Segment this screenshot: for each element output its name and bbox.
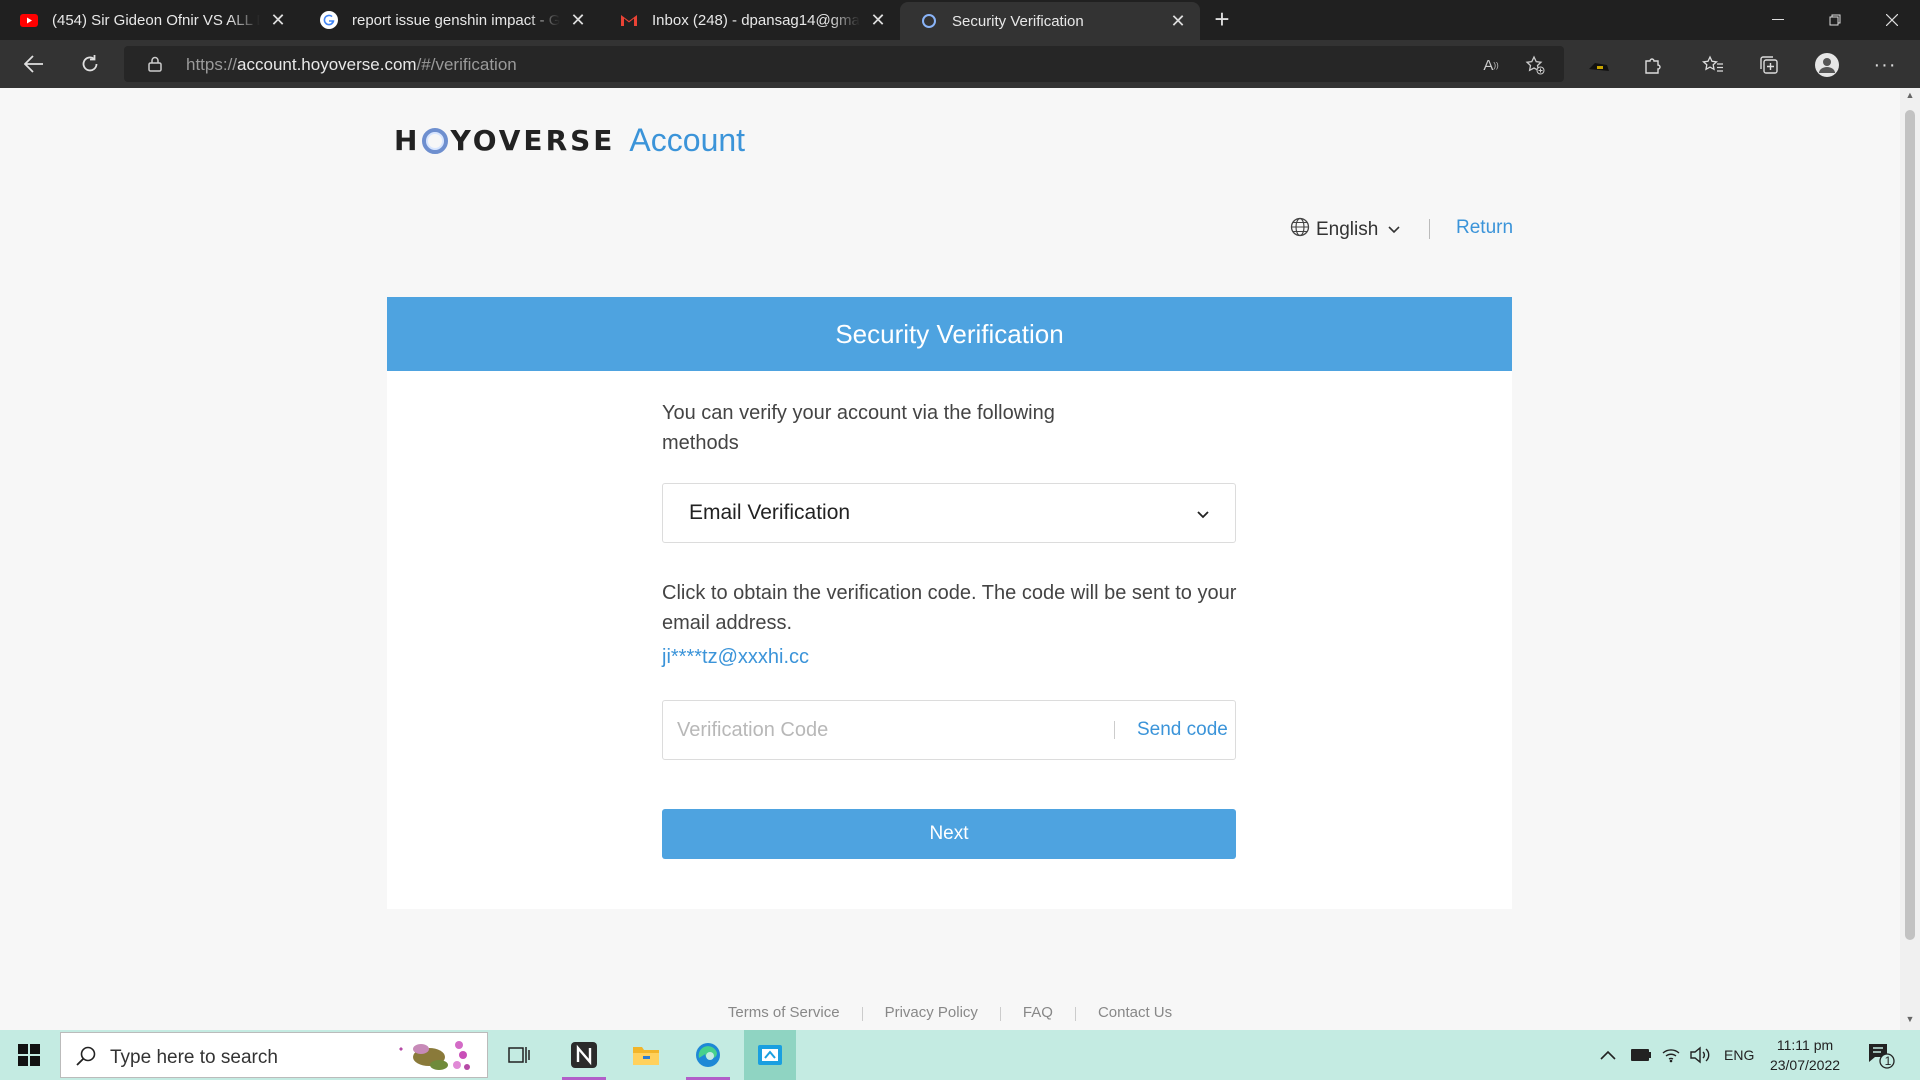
selected-method: Email Verification: [689, 501, 851, 524]
clock-date: 23/07/2022: [1769, 1057, 1841, 1073]
volume-icon[interactable]: [1690, 1030, 1712, 1080]
faq-link[interactable]: FAQ: [1001, 1004, 1075, 1021]
gmail-icon: [620, 11, 638, 29]
scrollbar-thumb[interactable]: [1905, 110, 1915, 940]
tab-title: report issue genshin impact - Google Sea…: [352, 11, 560, 29]
task-view-icon[interactable]: [494, 1030, 546, 1080]
terms-link[interactable]: Terms of Service: [706, 1004, 862, 1021]
loading-icon: [920, 12, 938, 30]
address-toolbar: https://account.hoyoverse.com/#/verifica…: [0, 40, 1920, 88]
search-placeholder: Type here to search: [110, 1047, 278, 1068]
verification-card: Security Verification You can verify you…: [387, 297, 1512, 909]
clock-time: 11:11 pm: [1776, 1037, 1834, 1053]
tab-security-verification[interactable]: Security Verification ✕: [900, 2, 1200, 40]
edge-browser-icon[interactable]: [682, 1030, 734, 1080]
new-tab-button[interactable]: +: [1200, 0, 1244, 40]
intro-text: You can verify your account via the foll…: [662, 402, 1055, 454]
restore-icon[interactable]: [1806, 0, 1863, 40]
lock-icon[interactable]: [148, 56, 162, 77]
show-hidden-icons[interactable]: [1600, 1030, 1616, 1080]
tab-youtube[interactable]: (454) Sir Gideon Ofnir VS ALL Demigods ✕: [0, 0, 300, 40]
privacy-link[interactable]: Privacy Policy: [863, 1004, 1000, 1021]
search-icon: [75, 1045, 97, 1072]
logo-account-label: Account: [629, 122, 746, 158]
close-tab-icon[interactable]: ✕: [568, 10, 588, 30]
next-button[interactable]: Next: [662, 809, 1236, 859]
battery-icon[interactable]: [1630, 1030, 1652, 1080]
profile-avatar[interactable]: [1814, 52, 1840, 78]
back-icon[interactable]: [18, 48, 50, 80]
wifi-icon[interactable]: [1661, 1030, 1681, 1080]
hoyoverse-logo[interactable]: H YOVERSE Account: [394, 122, 745, 159]
settings-menu-icon[interactable]: ···: [1872, 52, 1898, 78]
snipping-tool-icon[interactable]: [744, 1030, 796, 1080]
field-divider: [1114, 721, 1115, 739]
windows-start-icon[interactable]: [0, 1030, 58, 1080]
extensions-puzzle-icon[interactable]: [1640, 52, 1666, 78]
close-tab-icon[interactable]: ✕: [1168, 11, 1188, 31]
footer-links: Terms of Service Privacy Policy FAQ Cont…: [0, 1004, 1900, 1021]
scroll-down-icon[interactable]: ▼: [1900, 1014, 1920, 1030]
code-placeholder: Verification Code: [677, 719, 829, 741]
google-icon: [320, 11, 338, 29]
card-header: Security Verification: [387, 297, 1512, 371]
window-controls: [1749, 0, 1920, 40]
close-tab-icon[interactable]: ✕: [268, 10, 288, 30]
return-link[interactable]: Return: [1456, 217, 1513, 239]
browser-tab-bar: (454) Sir Gideon Ofnir VS ALL Demigods ✕…: [0, 0, 1920, 40]
collections-icon[interactable]: [1756, 52, 1782, 78]
verification-method-select[interactable]: Email Verification: [662, 483, 1236, 543]
address-bar[interactable]: https://account.hoyoverse.com/#/verifica…: [124, 46, 1564, 82]
notion-app-icon[interactable]: [558, 1030, 610, 1080]
language-selector[interactable]: English: [1290, 217, 1400, 243]
chevron-down-icon: [1197, 501, 1209, 525]
logo-ring-icon: [422, 127, 449, 154]
input-language[interactable]: ENG: [1724, 1030, 1754, 1080]
chevron-down-icon: [1388, 223, 1400, 237]
card-title: Security Verification: [835, 318, 1064, 349]
tab-gmail[interactable]: Inbox (248) - dpansag14@gmail.com ✕: [600, 0, 900, 40]
page-scrollbar[interactable]: ▲ ▼: [1900, 88, 1920, 1030]
header-divider: [1429, 219, 1430, 239]
close-tab-icon[interactable]: ✕: [868, 10, 888, 30]
close-window-icon[interactable]: [1863, 0, 1920, 40]
url-text: https://account.hoyoverse.com/#/verifica…: [186, 55, 517, 74]
minimize-icon[interactable]: [1749, 0, 1806, 40]
notification-count: 1: [1884, 1054, 1892, 1068]
masked-email: ji****tz@xxxhi.cc: [662, 646, 810, 668]
language-label: English: [1316, 219, 1379, 240]
tab-title: (454) Sir Gideon Ofnir VS ALL Demigods: [52, 11, 260, 29]
instructions-text: Click to obtain the verification code. T…: [662, 582, 1237, 634]
globe-icon: [1290, 217, 1310, 243]
windows-taskbar: Type here to search ENG 11:11 pm 23/07/2…: [0, 1030, 1920, 1080]
taskbar-search[interactable]: Type here to search: [60, 1032, 488, 1078]
system-clock[interactable]: 11:11 pm 23/07/2022: [1760, 1035, 1850, 1075]
verification-code-field[interactable]: Verification Code Send code: [662, 700, 1236, 760]
tab-title: Security Verification: [952, 12, 1084, 30]
extension-icon[interactable]: [1586, 52, 1612, 78]
scroll-up-icon[interactable]: ▲: [1900, 90, 1920, 106]
notification-center-icon[interactable]: 1: [1866, 1030, 1896, 1080]
add-favorite-icon[interactable]: [1524, 54, 1546, 76]
youtube-icon: [20, 11, 38, 29]
brand-logo-text: H YOVERSE: [394, 124, 616, 157]
refresh-icon[interactable]: [74, 48, 106, 80]
tab-google[interactable]: report issue genshin impact - Google Sea…: [300, 0, 600, 40]
read-aloud-icon[interactable]: A)): [1480, 54, 1502, 76]
tab-title: Inbox (248) - dpansag14@gmail.com: [652, 11, 860, 29]
favorites-icon[interactable]: [1700, 52, 1726, 78]
send-code-button[interactable]: Send code: [1137, 719, 1228, 741]
search-highlight-illustration: [399, 1041, 470, 1070]
contact-link[interactable]: Contact Us: [1076, 1004, 1194, 1021]
file-explorer-icon[interactable]: [620, 1030, 672, 1080]
